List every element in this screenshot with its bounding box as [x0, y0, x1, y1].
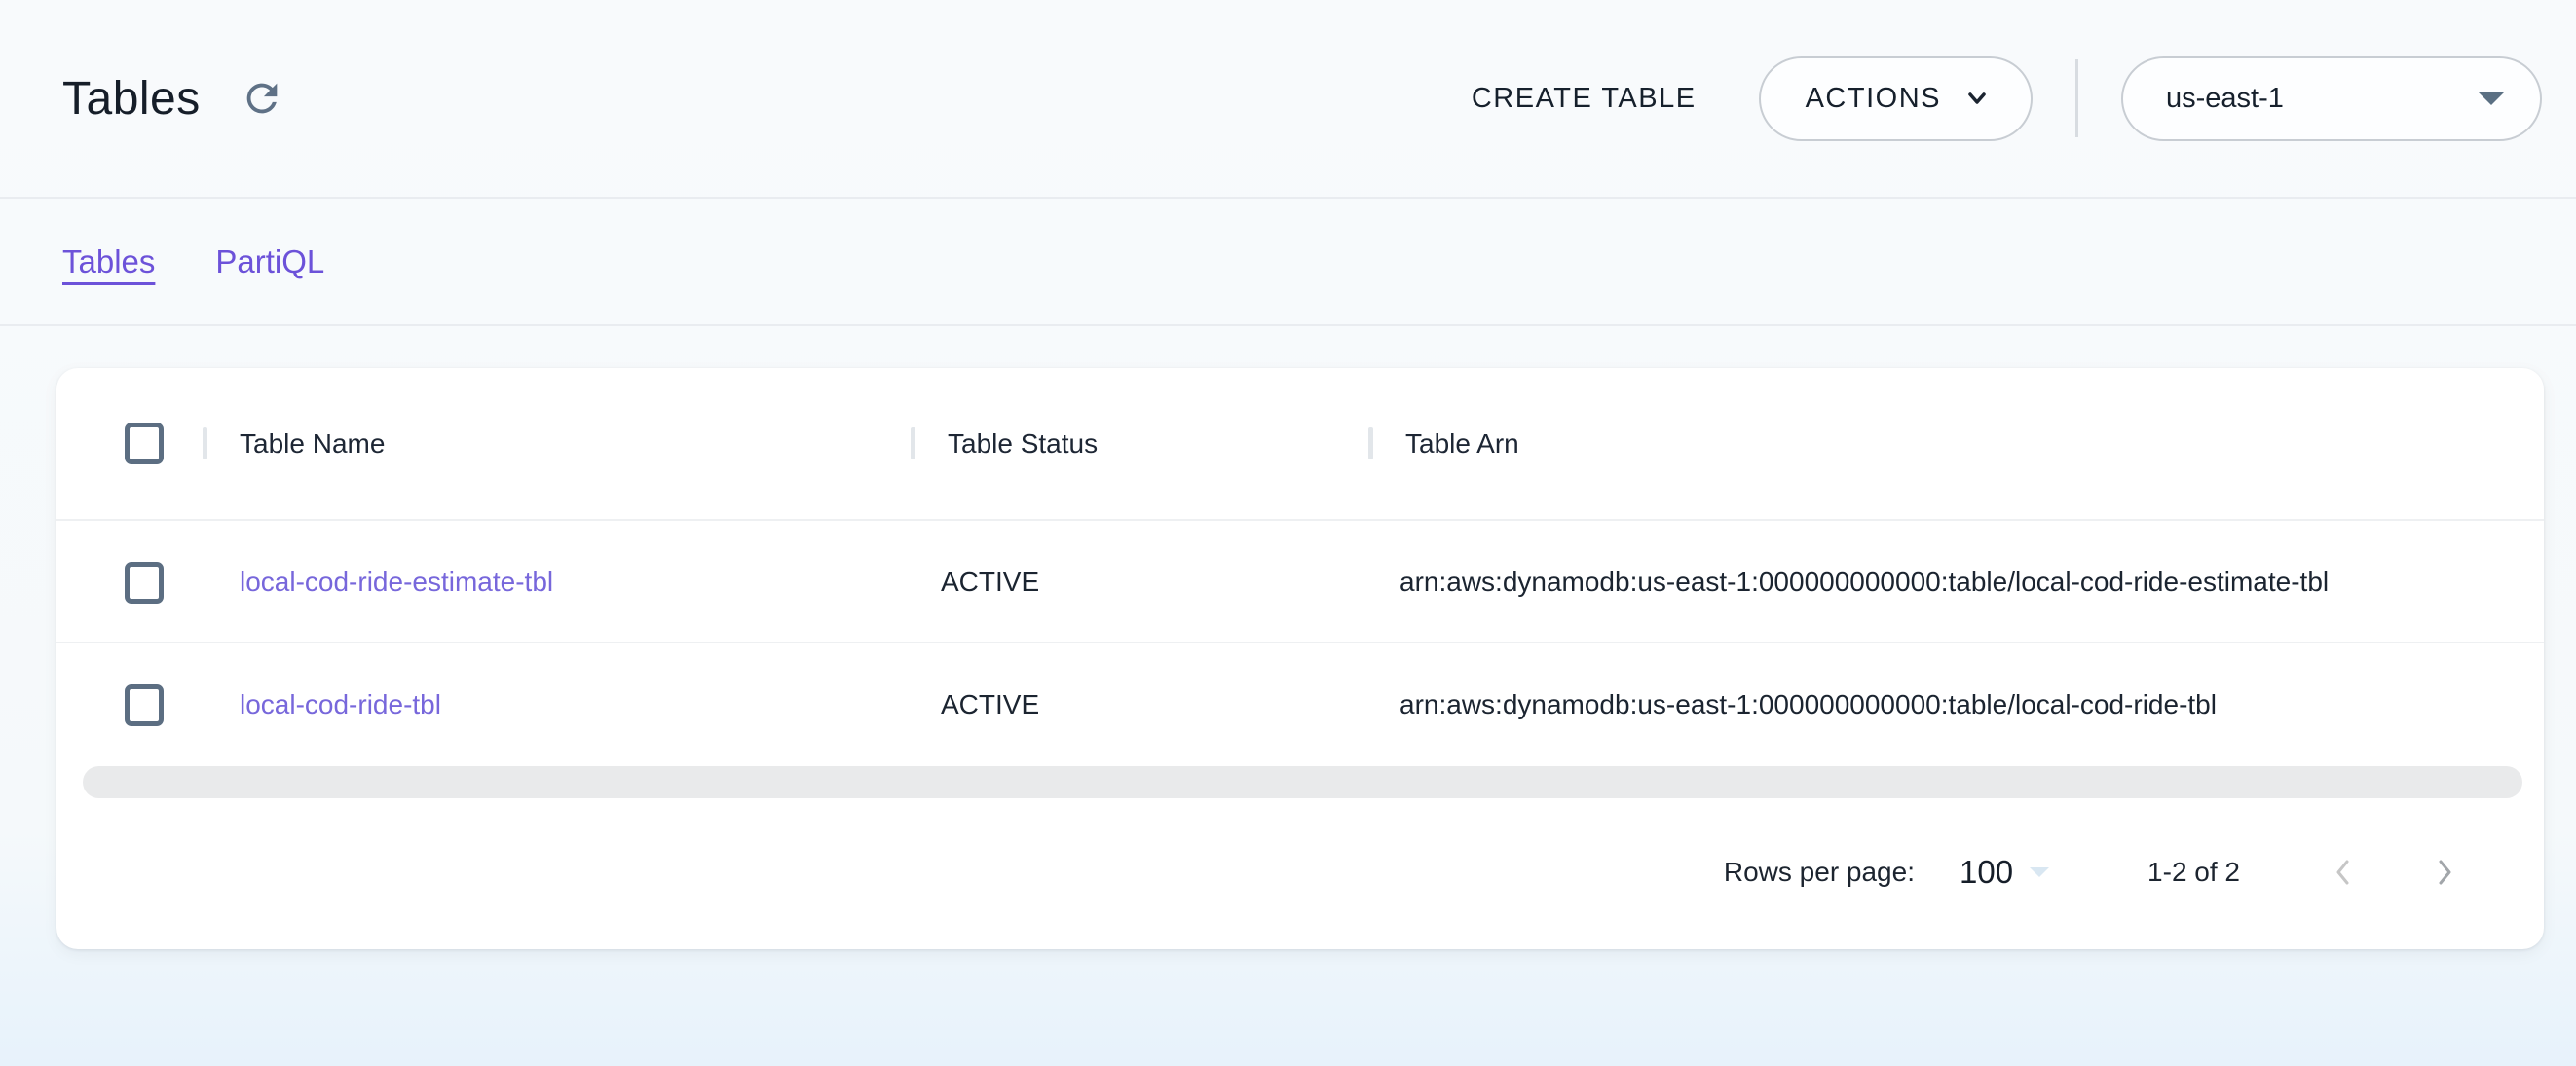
header-actions-group: CREATE TABLE ACTIONS us-east-1	[1472, 56, 2542, 141]
table-status-cell: ACTIVE	[911, 567, 1368, 598]
table-row: local-cod-ride-tbl ACTIVE arn:aws:dynamo…	[56, 642, 2544, 766]
column-header-label: Table Name	[240, 428, 385, 459]
table-arn-cell: arn:aws:dynamodb:us-east-1:000000000000:…	[1368, 567, 2544, 598]
horizontal-scrollbar-thumb[interactable]	[83, 766, 2522, 798]
chevron-left-icon	[2326, 855, 2361, 890]
column-header-label: Table Status	[948, 428, 1098, 459]
pagination-range-label: 1-2 of 2	[2147, 857, 2240, 888]
region-select[interactable]: us-east-1	[2121, 56, 2542, 141]
chevron-right-icon	[2427, 855, 2462, 890]
refresh-icon	[240, 76, 284, 121]
caret-down-icon	[2478, 92, 2505, 106]
caret-down-icon	[2029, 866, 2050, 878]
table-arn-cell: arn:aws:dynamodb:us-east-1:000000000000:…	[1368, 689, 2544, 720]
page-title: Tables	[62, 72, 201, 126]
rows-per-page-label: Rows per page:	[1724, 857, 1915, 888]
row-checkbox[interactable]	[125, 562, 164, 604]
column-header-label: Table Arn	[1405, 428, 1519, 459]
table-row: local-cod-ride-estimate-tbl ACTIVE arn:a…	[56, 519, 2544, 643]
select-all-checkbox[interactable]	[125, 423, 164, 464]
table-header-row: Table Name Table Status Table Arn	[56, 368, 2544, 521]
table-name-link[interactable]: local-cod-ride-estimate-tbl	[240, 567, 553, 597]
pagination-bar: Rows per page: 100 1-2 of 2	[56, 798, 2544, 945]
column-header-table-name: Table Name	[203, 427, 911, 459]
refresh-button[interactable]	[240, 76, 284, 121]
column-resize-handle	[911, 427, 915, 459]
tables-card: Table Name Table Status Table Arn local-…	[56, 368, 2544, 949]
tab-bar: Tables PartiQL	[0, 199, 2576, 326]
table-name-link[interactable]: local-cod-ride-tbl	[240, 689, 441, 719]
table-status-cell: ACTIVE	[911, 689, 1368, 720]
tab-partiql[interactable]: PartiQL	[215, 243, 324, 280]
page-header: Tables CREATE TABLE ACTIONS us-east-1	[0, 0, 2576, 199]
table-body: local-cod-ride-estimate-tbl ACTIVE arn:a…	[56, 519, 2544, 766]
rows-per-page-value: 100	[1960, 854, 2013, 891]
column-resize-handle	[203, 427, 207, 459]
row-checkbox[interactable]	[125, 684, 164, 726]
chevron-down-icon	[1962, 84, 1992, 113]
column-header-table-arn: Table Arn	[1368, 427, 2544, 459]
next-page-button[interactable]	[2421, 849, 2468, 896]
header-divider	[2075, 59, 2078, 137]
column-resize-handle	[1368, 427, 1373, 459]
rows-per-page-select[interactable]: 100	[1960, 854, 2050, 891]
tab-tables[interactable]: Tables	[62, 243, 155, 280]
actions-button-label: ACTIONS	[1806, 83, 1941, 115]
column-header-table-status: Table Status	[911, 427, 1368, 459]
actions-button[interactable]: ACTIONS	[1759, 56, 2033, 141]
prev-page-button[interactable]	[2320, 849, 2367, 896]
create-table-button[interactable]: CREATE TABLE	[1472, 83, 1697, 115]
region-select-value: us-east-1	[2166, 83, 2284, 115]
